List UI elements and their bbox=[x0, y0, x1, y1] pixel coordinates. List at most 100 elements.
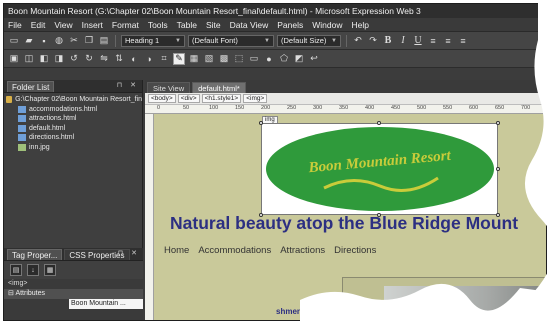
resize-handle[interactable] bbox=[496, 167, 500, 171]
circular-hotspot-icon[interactable]: ● bbox=[263, 53, 275, 65]
attributes-section[interactable]: ⊟ Attributes bbox=[4, 289, 143, 299]
italic-icon[interactable]: I bbox=[397, 35, 409, 47]
file-item[interactable]: default.html bbox=[4, 124, 142, 134]
breadcrumb-body[interactable]: <body> bbox=[148, 94, 176, 103]
design-canvas[interactable]: img Boon Mountain Resort Natural beauty … bbox=[154, 114, 546, 320]
restore-icon[interactable]: ↩ bbox=[308, 53, 320, 65]
ruler-mark: 400 bbox=[365, 105, 375, 111]
folder-root[interactable]: G:\Chapter 02\Boon Mountain Resort_fin bbox=[4, 95, 142, 105]
menu-format[interactable]: Format bbox=[112, 20, 139, 30]
nav-link-attractions[interactable]: Attractions bbox=[280, 245, 325, 256]
underline-icon[interactable]: U bbox=[412, 35, 424, 47]
inn-photo[interactable] bbox=[384, 286, 546, 320]
resize-handle[interactable] bbox=[496, 121, 500, 125]
breadcrumb-h1[interactable]: <h1.style1> bbox=[201, 94, 242, 103]
file-item[interactable]: attractions.html bbox=[4, 114, 142, 124]
resample-icon[interactable]: ▩ bbox=[218, 53, 230, 65]
alphabetical-view-icon[interactable]: ↓ bbox=[27, 264, 39, 276]
folder-list-tab[interactable]: Folder List bbox=[7, 80, 55, 92]
menu-tools[interactable]: Tools bbox=[148, 20, 168, 30]
menu-panels[interactable]: Panels bbox=[277, 20, 303, 30]
alt-attribute-value[interactable]: Boon Mountain ... bbox=[69, 299, 143, 309]
resize-handle[interactable] bbox=[259, 121, 263, 125]
open-folder-icon[interactable]: ▰ bbox=[23, 35, 35, 47]
align-left-icon[interactable]: ≡ bbox=[427, 35, 439, 47]
file-item[interactable]: directions.html bbox=[4, 133, 142, 143]
rectangular-hotspot-icon[interactable]: ▭ bbox=[248, 53, 260, 65]
file-item[interactable]: inn.jpg bbox=[4, 143, 142, 153]
color-icon[interactable]: ▦ bbox=[188, 53, 200, 65]
menu-data-view[interactable]: Data View bbox=[230, 20, 269, 30]
breadcrumb-div[interactable]: <div> bbox=[177, 94, 200, 103]
tab-tag-properties[interactable]: Tag Proper... bbox=[7, 248, 63, 260]
html-file-icon bbox=[18, 134, 26, 142]
editor-area: Site View default.html* <body> <div> <h1… bbox=[145, 80, 546, 320]
bold-icon[interactable]: B bbox=[382, 35, 394, 47]
menu-file[interactable]: File bbox=[8, 20, 22, 30]
ruler-mark: 50 bbox=[183, 105, 190, 111]
auto-thumbnail-icon[interactable]: ◫ bbox=[23, 53, 35, 65]
flip-vertical-icon[interactable]: ⇅ bbox=[113, 53, 125, 65]
align-center-icon[interactable]: ≡ bbox=[442, 35, 454, 47]
style-dropdown[interactable]: Heading 1 ▼ bbox=[121, 34, 185, 47]
ruler-mark: 700 bbox=[521, 105, 531, 111]
save-icon[interactable]: ▪ bbox=[38, 35, 50, 47]
ruler-mark: 200 bbox=[261, 105, 271, 111]
new-page-icon[interactable]: ▭ bbox=[8, 35, 20, 47]
document-tabs: Site View default.html* bbox=[145, 80, 546, 93]
ruler-mark: 300 bbox=[313, 105, 323, 111]
file-item[interactable]: accommodations.html bbox=[4, 105, 142, 115]
polygonal-hotspot-icon[interactable]: ⬠ bbox=[278, 53, 290, 65]
more-contrast-icon[interactable]: ◐ bbox=[128, 53, 140, 65]
select-icon[interactable]: ⬚ bbox=[233, 53, 245, 65]
copy-icon[interactable]: ❐ bbox=[83, 35, 95, 47]
size-dropdown[interactable]: (Default Size) ▼ bbox=[277, 34, 341, 47]
attribute-row[interactable]: Boon Mountain ... bbox=[4, 299, 143, 309]
menu-insert[interactable]: Insert bbox=[82, 20, 103, 30]
quick-tag-selector: <body> <div> <h1.style1> <img> bbox=[145, 93, 546, 105]
menu-table[interactable]: Table bbox=[177, 20, 197, 30]
highlight-hotspots-icon[interactable]: ◩ bbox=[293, 53, 305, 65]
app-window: Boon Mountain Resort (G:\Chapter 02\Boon… bbox=[3, 3, 547, 321]
show-set-properties-icon[interactable]: ▦ bbox=[44, 264, 56, 276]
categorized-view-icon[interactable]: ▤ bbox=[10, 264, 22, 276]
panel-controls-icon[interactable]: ⊓ ✕ bbox=[117, 81, 139, 89]
nav-link-home[interactable]: Home bbox=[164, 245, 189, 256]
menu-help[interactable]: Help bbox=[351, 20, 368, 30]
send-backward-icon[interactable]: ◨ bbox=[53, 53, 65, 65]
set-transparent-icon[interactable]: ✎ bbox=[173, 52, 185, 65]
nav-link-directions[interactable]: Directions bbox=[334, 245, 376, 256]
font-dropdown[interactable]: (Default Font) ▼ bbox=[188, 34, 274, 47]
panel-controls-icon[interactable]: ⊓ ✕ bbox=[118, 249, 140, 257]
crop-icon[interactable]: ⌗ bbox=[158, 53, 170, 65]
ruler-mark: 550 bbox=[443, 105, 453, 111]
insert-picture-icon[interactable]: ▣ bbox=[8, 53, 20, 65]
style-dropdown-value: Heading 1 bbox=[125, 35, 160, 45]
tab-default-html[interactable]: default.html* bbox=[192, 82, 246, 93]
rotate-left-icon[interactable]: ↺ bbox=[68, 53, 80, 65]
bring-forward-icon[interactable]: ◧ bbox=[38, 53, 50, 65]
less-contrast-icon[interactable]: ◑ bbox=[143, 53, 155, 65]
bevel-icon[interactable]: ▧ bbox=[203, 53, 215, 65]
redo-icon[interactable]: ↷ bbox=[367, 35, 379, 47]
breadcrumb-img[interactable]: <img> bbox=[243, 94, 268, 103]
paste-icon[interactable]: ▤ bbox=[98, 35, 110, 47]
size-dropdown-value: (Default Size) bbox=[281, 35, 327, 45]
menu-site[interactable]: Site bbox=[206, 20, 221, 30]
undo-icon[interactable]: ↶ bbox=[352, 35, 364, 47]
flip-horizontal-icon[interactable]: ⇋ bbox=[98, 53, 110, 65]
cut-icon[interactable]: ✂ bbox=[68, 35, 80, 47]
page-heading[interactable]: Natural beauty atop the Blue Ridge Mount bbox=[170, 213, 518, 234]
tab-site-view[interactable]: Site View bbox=[147, 82, 191, 93]
folder-list: G:\Chapter 02\Boon Mountain Resort_fin a… bbox=[4, 93, 142, 248]
align-right-icon[interactable]: ≡ bbox=[457, 35, 469, 47]
menu-view[interactable]: View bbox=[54, 20, 72, 30]
menu-window[interactable]: Window bbox=[312, 20, 342, 30]
menu-edit[interactable]: Edit bbox=[31, 20, 46, 30]
file-name: directions.html bbox=[29, 134, 75, 141]
resize-handle[interactable] bbox=[377, 121, 381, 125]
logo-image[interactable]: Boon Mountain Resort bbox=[259, 121, 500, 217]
rotate-right-icon[interactable]: ↻ bbox=[83, 53, 95, 65]
nav-link-accommodations[interactable]: Accommodations bbox=[198, 245, 271, 256]
preview-icon[interactable]: ◍ bbox=[53, 35, 65, 47]
